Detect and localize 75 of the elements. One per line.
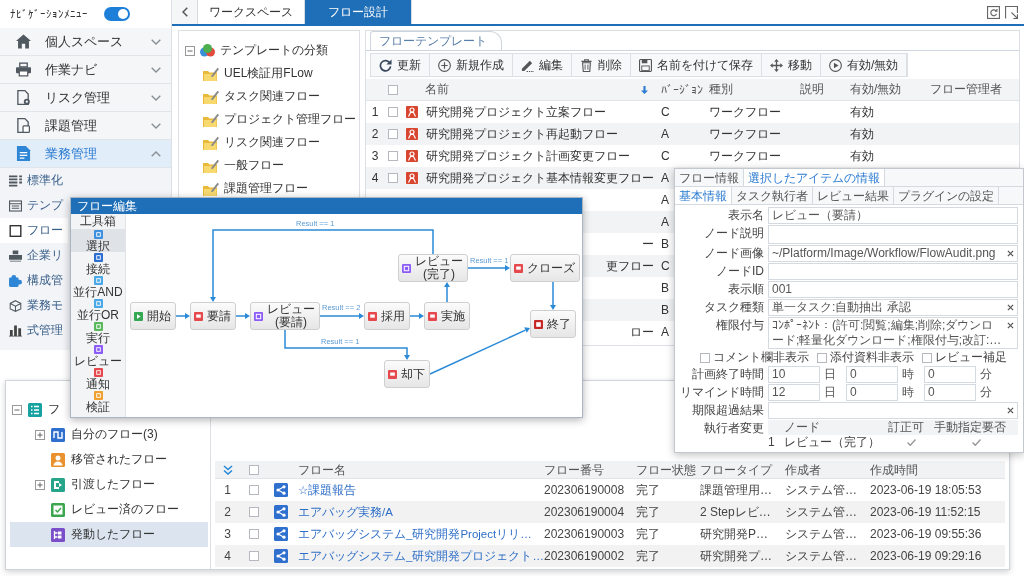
navigation-title: ﾅﾋﾞｹﾞｰｼｮﾝﾒﾆｭｰ bbox=[10, 8, 88, 20]
table-cell-text: 課題管理用… bbox=[699, 481, 773, 499]
table-cell-text: C bbox=[660, 149, 671, 163]
row-number: 4 bbox=[223, 549, 232, 563]
table-cell-text: 202306190002 bbox=[544, 549, 626, 563]
row-number: 1 bbox=[768, 435, 775, 450]
toolbox-title: 工具箱 bbox=[79, 214, 117, 229]
table-cell-text: システム管… bbox=[784, 525, 858, 543]
table-cell-text: ー bbox=[641, 235, 655, 253]
table-cell-text: 202306190008 bbox=[543, 483, 626, 497]
unit-label: 分 bbox=[980, 384, 992, 401]
table-cell-text: 2023-06-19 09:29:16 bbox=[869, 549, 983, 563]
table-cell-text: 研究開発プロジェクト基本情報変更フロー bbox=[425, 169, 655, 187]
field-label: ノードID bbox=[715, 263, 764, 280]
table-cell-text: 研究開発P… bbox=[699, 525, 769, 543]
field-label: ノード説明 bbox=[703, 225, 764, 242]
window-title-bar: フロー編集 bbox=[71, 198, 582, 214]
table-cell-text: A bbox=[660, 171, 670, 185]
table-cell-text: 更フロー bbox=[605, 257, 655, 275]
unit-label: 時 bbox=[902, 366, 914, 383]
table-cell-text: 2023-06-19 09:55:36 bbox=[869, 527, 983, 541]
field-label: タスク種類 bbox=[703, 299, 764, 316]
table-cell-text: 完了 bbox=[635, 547, 661, 565]
field-label: 計画終了時間 bbox=[691, 366, 764, 383]
column-header: 手動指定要否 bbox=[934, 420, 1006, 435]
row-number: 2 bbox=[370, 127, 380, 141]
table-cell-text: 有効 bbox=[849, 103, 875, 121]
unit-label: 時 bbox=[902, 384, 914, 401]
field-label: 期限超過結果 bbox=[691, 402, 764, 419]
table-cell-text: 有効 bbox=[849, 125, 875, 143]
table-cell-text: B bbox=[660, 237, 670, 251]
table-cell-text: 研究開発プロジェクト立案フロー bbox=[425, 103, 607, 121]
table-cell-text: B bbox=[660, 303, 670, 317]
table-cell-text: ロー bbox=[629, 323, 655, 341]
table-cell-text: ワークフロー bbox=[708, 103, 782, 121]
table-cell-text: ワークフロー bbox=[708, 147, 782, 165]
row-number: 1 bbox=[370, 105, 380, 119]
table-cell-text: ワークフロー bbox=[708, 125, 782, 143]
table-cell-text: 完了 bbox=[635, 503, 661, 521]
table-cell-text: システム管… bbox=[784, 547, 858, 565]
row-number: 4 bbox=[370, 171, 380, 185]
table-cell-text: A bbox=[660, 127, 670, 141]
unit-label: 日 bbox=[824, 384, 836, 401]
unit-label: 分 bbox=[980, 366, 992, 383]
table-cell-text: A bbox=[660, 325, 670, 339]
table-cell-text: システム管… bbox=[784, 503, 858, 521]
row-number: 2 bbox=[223, 505, 232, 519]
unit-label: 日 bbox=[824, 366, 836, 383]
table-cell-text: 2 Stepレビ… bbox=[699, 503, 772, 521]
table-cell-text: 202306190003 bbox=[543, 527, 626, 541]
column-header: 訂正可 bbox=[888, 420, 924, 435]
field-label: リマインド時間 bbox=[680, 384, 764, 401]
table-cell-text: 完了 bbox=[635, 525, 661, 543]
row-number: 3 bbox=[223, 527, 232, 541]
table-cell-text: 研究開発プロジェクト再起動フロー bbox=[425, 125, 619, 143]
table-cell: レビュー（完了） bbox=[784, 435, 880, 450]
row-number: 3 bbox=[370, 149, 380, 163]
table-cell-text: システム管… bbox=[784, 481, 858, 499]
field-label: 表示順 bbox=[727, 281, 764, 298]
field-label: ノード画像 bbox=[703, 245, 764, 262]
row-number: 1 bbox=[223, 483, 232, 497]
field-label: 権限付与 bbox=[715, 317, 764, 334]
table-cell-text: 2023-06-19 11:52:15 bbox=[869, 505, 982, 519]
table-cell-text: 研究開発プ… bbox=[699, 547, 773, 565]
column-header: ノード bbox=[784, 420, 820, 435]
field-label: 表示名 bbox=[727, 207, 764, 224]
table-cell-text: C bbox=[660, 259, 671, 273]
table-cell-text: 202306190004 bbox=[543, 505, 626, 519]
table-cell-text: 有効 bbox=[849, 147, 875, 165]
field-label: 執行者変更 bbox=[703, 420, 764, 437]
table-cell-text: C bbox=[660, 105, 671, 119]
table-cell-text: 完了 bbox=[635, 481, 661, 499]
table-cell-text: 研究開発プロジェクト計画変更フロー bbox=[425, 147, 631, 165]
table-cell-text: A bbox=[660, 215, 670, 229]
table-cell-text: 2023-06-19 18:05:53 bbox=[869, 483, 983, 497]
